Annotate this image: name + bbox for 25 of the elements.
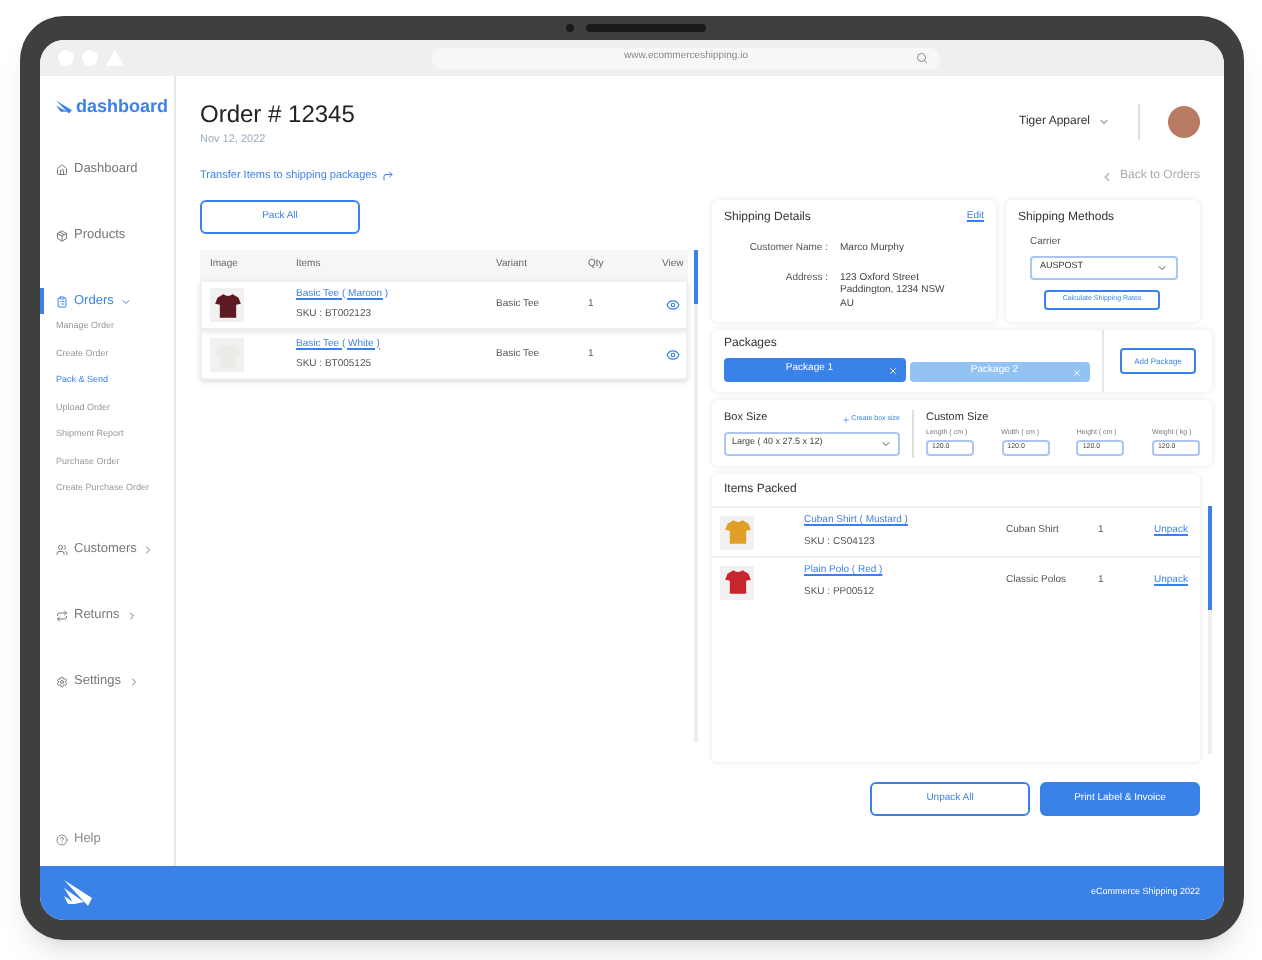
- chevron-left-icon: [1099, 169, 1114, 183]
- menu-icon: [56, 163, 68, 175]
- scrollbar[interactable]: [1208, 506, 1212, 754]
- view-icon[interactable]: [666, 348, 680, 362]
- menu-icon: [56, 295, 68, 307]
- redirect-arrow-icon: [382, 170, 395, 182]
- view-icon[interactable]: [666, 298, 680, 312]
- help-icon: [56, 834, 68, 847]
- camera-icon: [566, 24, 574, 32]
- avatar[interactable]: [1168, 106, 1200, 138]
- logo-text: dashboard: [76, 97, 169, 115]
- chevron-down-icon: [1098, 116, 1110, 128]
- logo-icon: [56, 99, 72, 113]
- menu-icon: [56, 675, 68, 687]
- plus-icon: [841, 415, 850, 423]
- logo-icon: [64, 880, 92, 906]
- menu-icon: [56, 609, 68, 621]
- menu-icon: [56, 229, 68, 241]
- active-indicator: [40, 288, 44, 314]
- speaker-icon: [586, 24, 706, 32]
- chevron-down-icon: [1156, 261, 1168, 273]
- search-icon: [916, 52, 928, 64]
- menu-icon: [56, 543, 68, 555]
- chevron-down-icon: [880, 437, 892, 450]
- page-title: Order # 12345: [200, 100, 355, 128]
